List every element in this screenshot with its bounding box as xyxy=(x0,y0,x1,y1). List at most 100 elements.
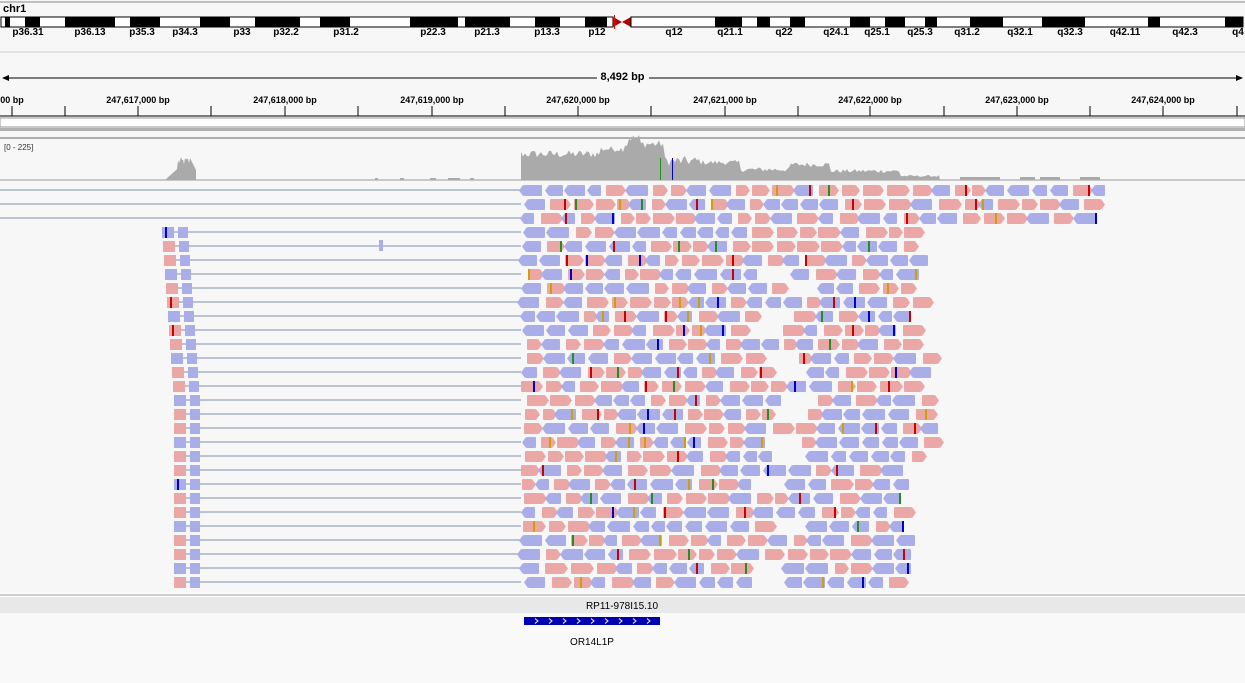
mismatch xyxy=(617,367,619,378)
read xyxy=(823,297,840,308)
read xyxy=(731,325,747,336)
read xyxy=(604,493,621,504)
read-arrow xyxy=(748,213,752,224)
read xyxy=(174,535,186,546)
read xyxy=(691,437,701,448)
read-arrow xyxy=(683,507,687,518)
current-region-marker xyxy=(614,15,615,29)
read xyxy=(939,199,958,210)
read xyxy=(751,381,765,392)
read xyxy=(777,241,792,252)
mismatch xyxy=(907,563,909,574)
read-arrow xyxy=(873,381,877,392)
read xyxy=(693,241,705,252)
mismatch xyxy=(809,185,811,196)
read xyxy=(708,493,727,504)
read xyxy=(690,185,706,196)
mismatch xyxy=(590,493,592,504)
gene-name-top[interactable]: RP11-978I15.10 xyxy=(586,601,658,612)
read-arrow xyxy=(662,395,666,406)
ruler-tick-label: 247,624,000 bp xyxy=(1131,95,1195,105)
read-arrow xyxy=(862,409,866,420)
browser-canvas[interactable] xyxy=(0,0,1245,683)
read xyxy=(693,563,704,574)
read xyxy=(166,283,178,294)
read-arrow xyxy=(879,269,883,280)
read-arrow xyxy=(538,465,542,476)
read xyxy=(838,381,852,392)
read xyxy=(717,549,733,560)
read xyxy=(856,395,874,406)
read xyxy=(174,479,186,490)
read-arrow xyxy=(667,297,671,308)
read-arrow xyxy=(915,241,919,252)
read xyxy=(174,493,186,504)
gene-name-bottom[interactable]: OR14L1P xyxy=(570,637,614,648)
read xyxy=(190,395,200,406)
read-arrow xyxy=(786,381,790,392)
read xyxy=(589,283,603,294)
read-arrow xyxy=(541,269,545,280)
read-arrow xyxy=(688,241,692,252)
read-arrow xyxy=(873,507,877,518)
read xyxy=(889,227,899,238)
coverage-low xyxy=(470,178,474,180)
read xyxy=(163,241,175,252)
read xyxy=(877,507,887,518)
read-arrow xyxy=(675,269,679,280)
mismatch xyxy=(571,409,573,420)
read-arrow xyxy=(746,381,750,392)
coverage-main xyxy=(521,135,940,180)
read xyxy=(637,521,649,532)
read xyxy=(174,423,186,434)
read xyxy=(913,297,930,308)
read-arrow xyxy=(896,535,900,546)
read-arrow xyxy=(754,367,758,378)
mismatch xyxy=(677,451,679,462)
read-arrow xyxy=(770,241,774,252)
read xyxy=(190,507,200,518)
read-arrow xyxy=(895,563,899,574)
read xyxy=(190,437,200,448)
read xyxy=(876,521,887,532)
read-arrow xyxy=(861,423,865,434)
read-arrow xyxy=(626,283,630,294)
read-arrow xyxy=(742,255,746,266)
mismatch xyxy=(560,241,562,252)
read xyxy=(810,535,821,546)
mismatch xyxy=(688,549,690,560)
read-arrow xyxy=(647,549,651,560)
read xyxy=(857,381,873,392)
read-arrow xyxy=(720,269,724,280)
read xyxy=(523,185,542,196)
read xyxy=(635,325,646,336)
ideogram-band xyxy=(585,17,607,27)
read-arrow xyxy=(704,325,708,336)
read-arrow xyxy=(858,311,862,322)
read-arrow xyxy=(821,409,825,420)
read xyxy=(878,549,892,560)
read xyxy=(840,493,857,504)
read xyxy=(738,213,748,224)
read xyxy=(818,339,836,350)
read xyxy=(662,381,678,392)
read xyxy=(731,297,743,308)
read-arrow xyxy=(889,521,893,532)
read-arrow xyxy=(604,283,608,294)
read xyxy=(719,227,729,238)
read xyxy=(788,549,804,560)
read xyxy=(524,213,534,224)
read xyxy=(584,465,600,476)
read xyxy=(539,479,549,490)
read-arrow xyxy=(568,423,572,434)
read xyxy=(819,185,835,196)
read-arrow xyxy=(746,297,750,308)
read xyxy=(729,451,740,462)
read xyxy=(963,213,977,224)
read xyxy=(608,255,622,266)
read-arrow xyxy=(659,269,663,280)
ideogram-band xyxy=(410,17,458,27)
read xyxy=(543,409,553,420)
read xyxy=(802,507,815,518)
read xyxy=(653,325,671,336)
